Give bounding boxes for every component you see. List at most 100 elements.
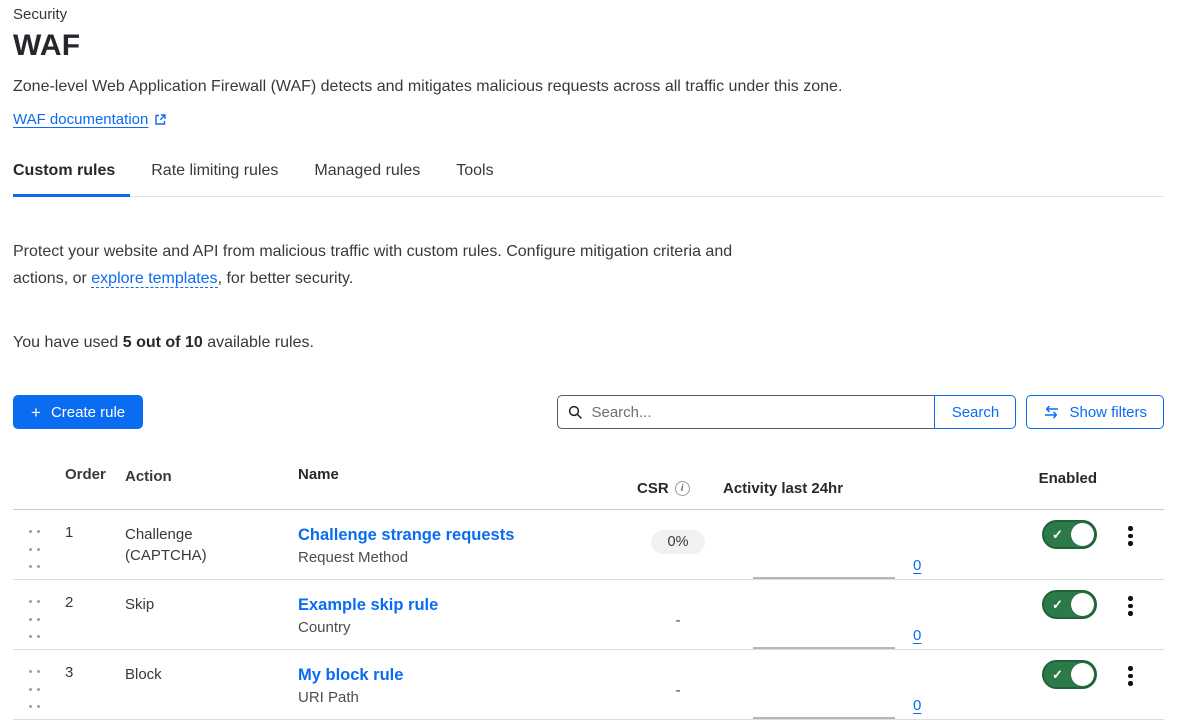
- csr-value: -: [676, 612, 681, 629]
- csr-header-label: CSR: [637, 480, 669, 497]
- activity-sparkline: [753, 677, 895, 719]
- activity-count-link[interactable]: 0: [913, 627, 921, 644]
- waf-documentation-label: WAF documentation: [13, 111, 148, 128]
- activity-sparkline: [753, 607, 895, 649]
- search-box: [557, 395, 934, 429]
- toggle-knob: [1071, 593, 1094, 616]
- enabled-cell: ✓: [935, 650, 1097, 719]
- check-icon: ✓: [1052, 528, 1063, 541]
- show-filters-label: Show filters: [1069, 404, 1147, 421]
- search-icon: [568, 405, 583, 420]
- create-rule-button[interactable]: + Create rule: [13, 395, 143, 429]
- col-header-enabled: Enabled: [935, 460, 1097, 509]
- drag-handle[interactable]: [29, 670, 40, 719]
- enabled-cell: ✓: [935, 510, 1097, 579]
- search-button[interactable]: Search: [934, 395, 1016, 429]
- usage-suffix: available rules.: [203, 334, 314, 351]
- toggle-knob: [1071, 663, 1094, 686]
- menu-cell: [1097, 580, 1164, 649]
- kebab-icon: [1128, 596, 1133, 601]
- rule-action: Skip: [113, 580, 235, 649]
- waf-page: Security WAF Zone-level Web Application …: [0, 0, 1177, 720]
- col-header-menu: [1097, 460, 1164, 509]
- page-description: Zone-level Web Application Firewall (WAF…: [13, 78, 1164, 96]
- table-row: 2 Skip Example skip rule Country - 0 ✓: [13, 580, 1164, 650]
- explore-templates-link[interactable]: explore templates: [91, 270, 217, 288]
- rule-field: Country: [298, 619, 633, 636]
- toggle-knob: [1071, 523, 1094, 546]
- rule-name-cell: My block rule URI Path: [298, 650, 633, 719]
- swap-arrows-icon: [1043, 405, 1060, 419]
- col-header-action: Action: [113, 460, 235, 509]
- search-input[interactable]: [591, 404, 924, 421]
- activity-count-link[interactable]: 0: [913, 697, 921, 714]
- enabled-toggle[interactable]: ✓: [1042, 590, 1097, 619]
- intro-after: , for better security.: [218, 270, 354, 287]
- toolbar-right: Search Show filters: [557, 395, 1164, 429]
- enabled-cell: ✓: [935, 580, 1097, 649]
- col-header-order: Order: [55, 460, 113, 509]
- rule-order: 1: [55, 510, 113, 579]
- col-header-drag: [13, 460, 55, 509]
- table-row: 1 Challenge (CAPTCHA) Challenge strange …: [13, 510, 1164, 580]
- row-menu-button[interactable]: [1122, 522, 1139, 552]
- csr-value: -: [676, 682, 681, 699]
- tab-rate-limiting-rules[interactable]: Rate limiting rules: [151, 154, 278, 196]
- check-icon: ✓: [1052, 668, 1063, 681]
- rule-name-cell: Example skip rule Country: [298, 580, 633, 649]
- rule-field: Request Method: [298, 549, 633, 566]
- page-title: WAF: [13, 29, 1164, 63]
- table-header-row: Order Action Name CSR i Activity last 24…: [13, 460, 1164, 510]
- drag-handle[interactable]: [29, 530, 40, 579]
- tab-managed-rules[interactable]: Managed rules: [314, 154, 420, 196]
- menu-cell: [1097, 510, 1164, 579]
- activity-cell: 0: [723, 650, 935, 719]
- rule-action: Block: [113, 650, 235, 719]
- enabled-toggle[interactable]: ✓: [1042, 660, 1097, 689]
- show-filters-button[interactable]: Show filters: [1026, 395, 1164, 429]
- waf-documentation-link[interactable]: WAF documentation: [13, 111, 167, 128]
- rule-order: 3: [55, 650, 113, 719]
- rule-name-cell: Challenge strange requests Request Metho…: [298, 510, 633, 579]
- tab-tools[interactable]: Tools: [456, 154, 493, 196]
- kebab-icon: [1128, 666, 1133, 671]
- activity-sparkline: [753, 537, 895, 579]
- row-menu-button[interactable]: [1122, 662, 1139, 692]
- col-header-csr: CSR i: [633, 460, 723, 509]
- activity-cell: 0: [723, 580, 935, 649]
- info-icon[interactable]: i: [675, 481, 690, 496]
- menu-cell: [1097, 650, 1164, 719]
- drag-handle[interactable]: [29, 600, 40, 649]
- rule-name-link[interactable]: My block rule: [298, 664, 633, 686]
- usage-text: You have used 5 out of 10 available rule…: [13, 334, 1164, 352]
- csr-cell: -: [633, 650, 723, 719]
- rule-field: URI Path: [298, 689, 633, 706]
- activity-cell: 0: [723, 510, 935, 579]
- search-group: Search: [557, 395, 1016, 429]
- kebab-icon: [1128, 526, 1133, 531]
- check-icon: ✓: [1052, 598, 1063, 611]
- activity-count-link[interactable]: 0: [913, 557, 921, 574]
- col-header-name: Name: [298, 460, 633, 509]
- row-menu-button[interactable]: [1122, 592, 1139, 622]
- plus-icon: +: [31, 404, 41, 421]
- col-header-activity: Activity last 24hr: [723, 460, 935, 509]
- intro-text: Protect your website and API from malici…: [13, 238, 753, 292]
- usage-prefix: You have used: [13, 334, 123, 351]
- toolbar: + Create rule Search Show filt: [13, 395, 1164, 429]
- csr-cell: 0%: [633, 510, 723, 579]
- csr-badge: 0%: [651, 530, 706, 554]
- csr-cell: -: [633, 580, 723, 649]
- rules-table: Order Action Name CSR i Activity last 24…: [13, 460, 1164, 720]
- create-rule-label: Create rule: [51, 404, 125, 421]
- table-row: 3 Block My block rule URI Path - 0 ✓: [13, 650, 1164, 720]
- rule-action: Challenge (CAPTCHA): [113, 510, 235, 579]
- rule-name-link[interactable]: Example skip rule: [298, 594, 633, 616]
- breadcrumb: Security: [13, 6, 1164, 23]
- rule-name-link[interactable]: Challenge strange requests: [298, 524, 633, 546]
- tab-bar: Custom rules Rate limiting rules Managed…: [13, 154, 1164, 197]
- rule-order: 2: [55, 580, 113, 649]
- usage-count: 5 out of 10: [123, 334, 203, 351]
- tab-custom-rules[interactable]: Custom rules: [13, 154, 130, 197]
- enabled-toggle[interactable]: ✓: [1042, 520, 1097, 549]
